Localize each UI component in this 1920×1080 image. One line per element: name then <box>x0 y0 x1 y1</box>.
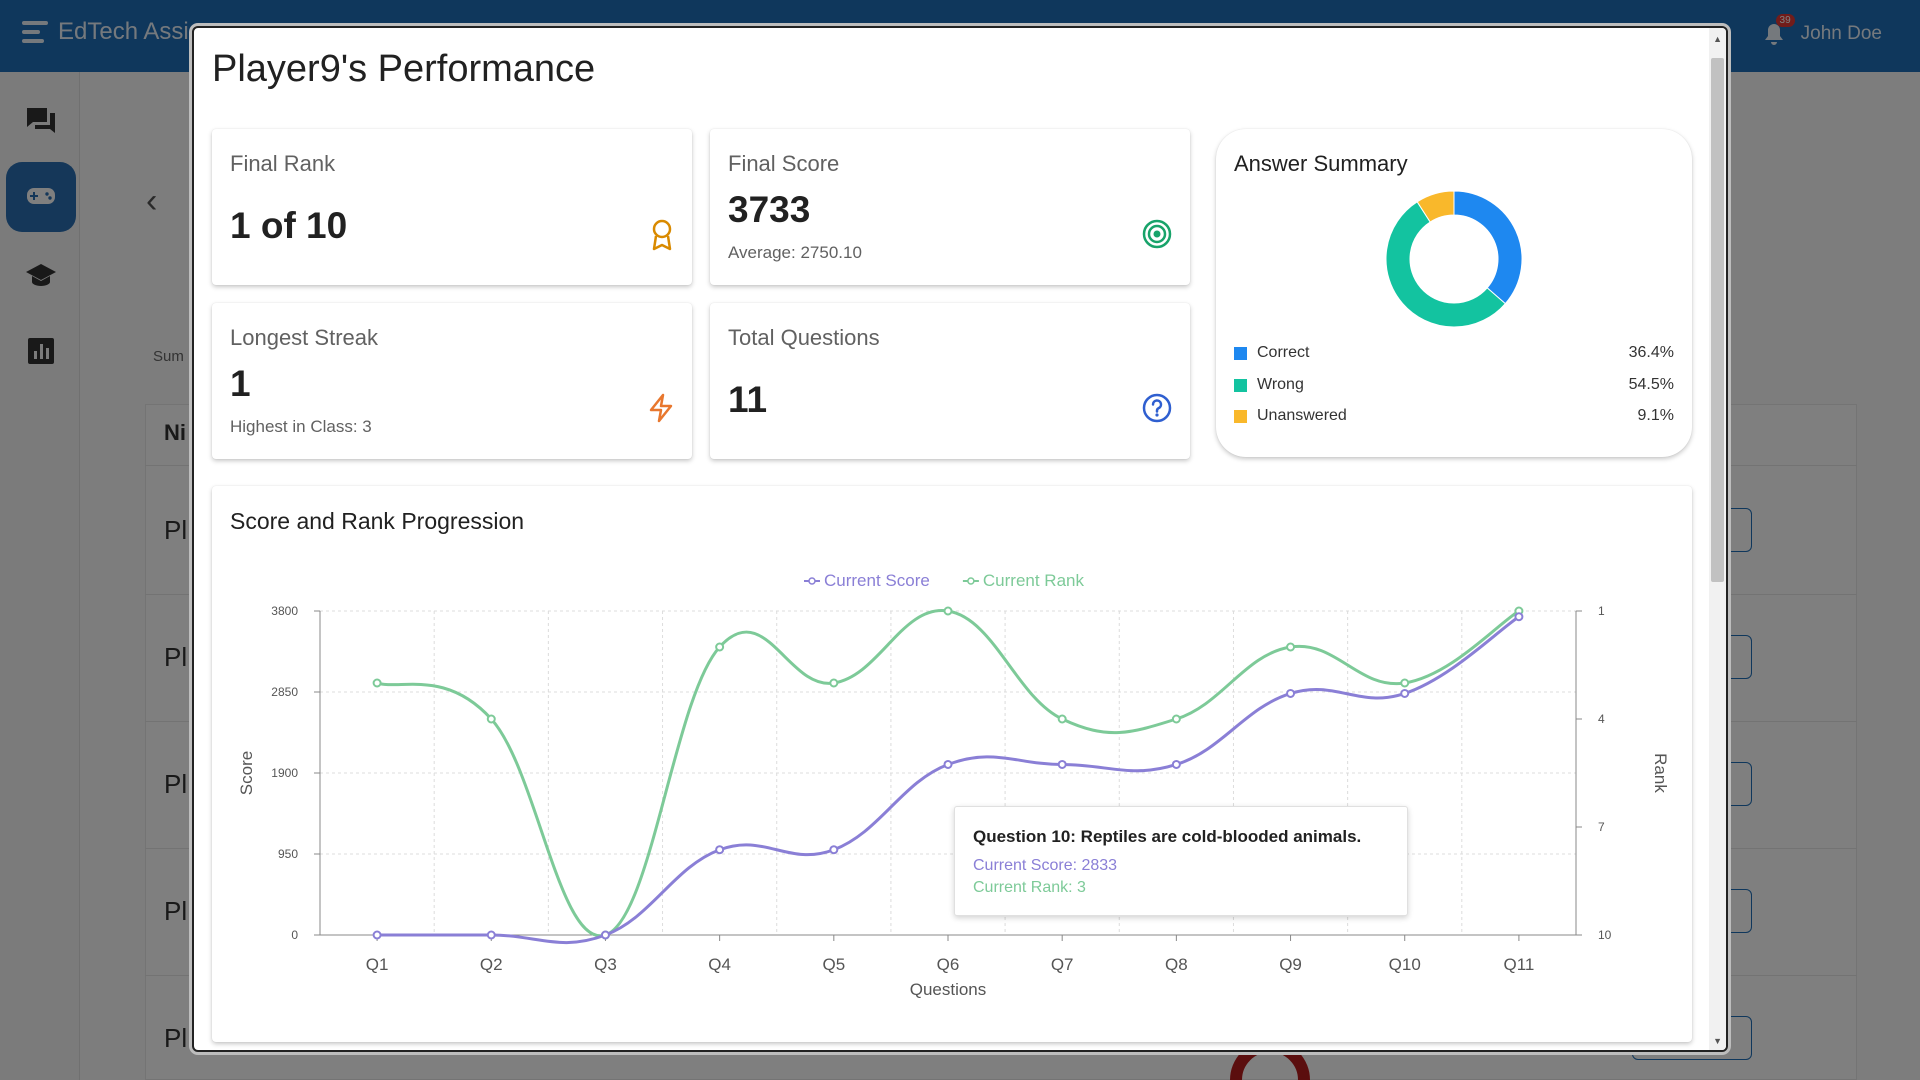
current-rank-point <box>829 678 839 688</box>
x-tick-label: Q6 <box>937 955 960 974</box>
current-score-point <box>1514 612 1524 622</box>
longest-streak-highest: Highest in Class: 3 <box>230 417 372 436</box>
answer-summary-card: Answer Summary Correct 36.4% Wrong 54.5%… <box>1216 129 1692 457</box>
x-tick-label: Q11 <box>1503 955 1534 974</box>
total-questions-value: 11 <box>728 379 768 420</box>
x-tick-label: Q3 <box>594 955 617 974</box>
award-icon <box>650 219 674 256</box>
final-score-label: Final Score <box>728 151 840 176</box>
chart-tooltip: Question 10: Reptiles are cold-blooded a… <box>954 806 1408 916</box>
final-rank-card: Final Rank 1 of 10 <box>212 129 692 285</box>
y2-tick-label: 10 <box>1598 928 1612 942</box>
current-score-point <box>1057 759 1067 769</box>
legend-correct: Correct 36.4% <box>1234 343 1674 363</box>
wrong-pct: 54.5% <box>1628 376 1674 393</box>
correct-pct: 36.4% <box>1628 344 1674 361</box>
current-score-legend-marker <box>808 577 816 585</box>
longest-streak-label: Longest Streak <box>230 325 378 350</box>
scroll-up-arrow-icon[interactable]: ▲ <box>1713 34 1722 44</box>
x-tick-label: Q7 <box>1051 955 1074 974</box>
final-rank-value: 1 of 10 <box>230 205 348 246</box>
lightning-icon <box>648 393 674 428</box>
current-score-point <box>829 845 839 855</box>
correct-label: Correct <box>1257 344 1310 361</box>
donut-slice-correct <box>1453 190 1523 305</box>
legend-wrong: Wrong 54.5% <box>1234 375 1674 395</box>
wrong-label: Wrong <box>1257 376 1304 393</box>
question-circle-icon <box>1142 393 1172 428</box>
x-tick-label: Q8 <box>1165 955 1188 974</box>
tooltip-score: Current Score: 2833 <box>973 857 1118 874</box>
unanswered-label: Unanswered <box>1257 407 1347 424</box>
current-rank-legend-marker <box>967 577 975 585</box>
current-rank-point <box>943 606 953 616</box>
current-rank-point <box>1171 714 1181 724</box>
scrollbar-thumb[interactable] <box>1711 58 1724 582</box>
y2-tick-label: 7 <box>1598 820 1605 834</box>
current-rank-point <box>715 642 725 652</box>
scroll-down-arrow-icon[interactable]: ▼ <box>1713 1036 1722 1046</box>
score-rank-line-chart[interactable]: 3800 2850 1900 950 0 1 4 7 10 Q1 Q2 Q3 Q4 Q5 Q6 Q7 Q8 Q9 Q… <box>212 486 1692 1042</box>
current-rank-point <box>372 678 382 688</box>
current-rank-legend-label: Current Rank <box>983 571 1085 590</box>
correct-swatch <box>1234 346 1247 360</box>
x-axis-title: Questions <box>910 980 987 999</box>
y-tick-label: 0 <box>291 928 298 942</box>
tooltip-title: Question 10: Reptiles are cold-blooded a… <box>973 827 1362 846</box>
current-rank-point <box>1286 642 1296 652</box>
x-tick-label: Q10 <box>1389 955 1421 974</box>
current-score-point <box>943 759 953 769</box>
current-score-legend-label: Current Score <box>824 571 930 590</box>
current-score-point <box>1286 688 1296 698</box>
current-rank-point <box>1400 678 1410 688</box>
final-rank-label: Final Rank <box>230 151 336 176</box>
dialog-title: Player9's Performance <box>212 48 596 90</box>
y-axis-title: Score <box>237 751 256 795</box>
unanswered-pct: 9.1% <box>1637 407 1674 424</box>
y2-axis-title: Rank <box>1651 753 1670 793</box>
total-questions-label: Total Questions <box>728 325 880 350</box>
total-questions-card: Total Questions 11 <box>710 303 1190 459</box>
longest-streak-card: Longest Streak 1 Highest in Class: 3 <box>212 303 692 459</box>
current-score-point <box>1400 688 1410 698</box>
progression-card: Score and Rank Progression 3800 2850 1900 9… <box>212 486 1692 1042</box>
y-tick-label: 1900 <box>271 766 298 780</box>
unanswered-swatch <box>1234 409 1247 423</box>
current-score-point <box>715 845 725 855</box>
performance-dialog: Player9's Performance Final Rank 1 of 10… <box>192 26 1728 1052</box>
x-tick-label: Q9 <box>1279 955 1302 974</box>
longest-streak-value: 1 <box>230 363 251 404</box>
y2-tick-label: 4 <box>1598 712 1605 726</box>
x-tick-label: Q1 <box>366 955 389 974</box>
current-rank-point <box>1057 714 1067 724</box>
legend-unanswered: Unanswered 9.1% <box>1234 406 1674 426</box>
answer-summary-title: Answer Summary <box>1234 151 1408 176</box>
x-tick-label: Q4 <box>708 955 731 974</box>
wrong-swatch <box>1234 378 1247 392</box>
final-score-average: Average: 2750.10 <box>728 243 862 262</box>
current-score-point <box>600 930 610 940</box>
y-tick-label: 3800 <box>271 604 298 618</box>
target-icon <box>1142 219 1172 254</box>
current-rank-point <box>486 714 496 724</box>
current-score-point <box>486 930 496 940</box>
answer-donut-chart[interactable] <box>1384 189 1524 329</box>
y2-tick-label: 1 <box>1598 604 1605 618</box>
final-score-value: 3733 <box>728 189 811 230</box>
current-score-point <box>1171 759 1181 769</box>
final-score-card: Final Score 3733 Average: 2750.10 <box>710 129 1190 285</box>
x-tick-label: Q2 <box>480 955 503 974</box>
dialog-scrollbar[interactable]: ▲ ▼ <box>1709 28 1726 1050</box>
tooltip-rank: Current Rank: 3 <box>973 879 1086 896</box>
x-tick-label: Q5 <box>822 955 845 974</box>
y-tick-label: 950 <box>278 847 298 861</box>
y-tick-label: 2850 <box>271 685 298 699</box>
current-score-point <box>372 930 382 940</box>
